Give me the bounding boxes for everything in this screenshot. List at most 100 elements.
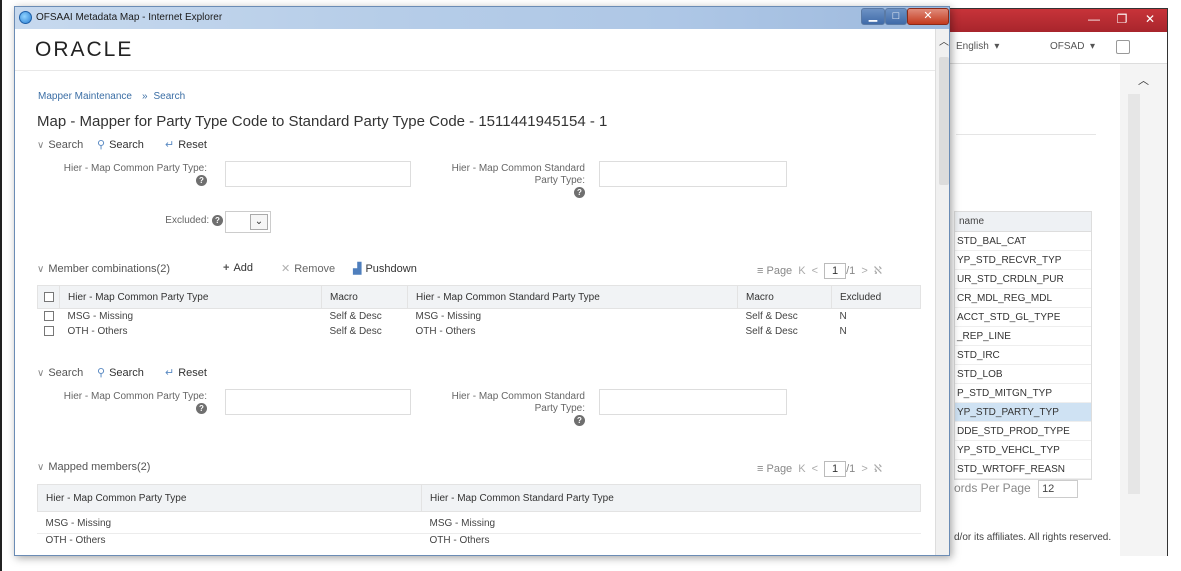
last-page-icon[interactable]: ℵ [874, 463, 882, 475]
list-item[interactable]: STD_IRC [955, 346, 1091, 365]
list-item[interactable]: YP_STD_RECVR_TYP [955, 251, 1091, 270]
list-item[interactable]: CR_MDL_REG_MDL [955, 289, 1091, 308]
list-item[interactable]: ACCT_STD_GL_TYPE [955, 308, 1091, 327]
language-select[interactable]: English ▾ [956, 41, 999, 52]
field-label-party-type: Hier - Map Common Party Type:? [63, 163, 207, 186]
next-page-icon[interactable]: > [861, 265, 867, 277]
maximize-button[interactable]: □ [885, 8, 907, 25]
column-header[interactable]: Hier - Map Common Standard Party Type [421, 484, 921, 512]
breadcrumb-separator-icon: » [141, 91, 148, 102]
user-menu[interactable]: OFSAD ▾ [1050, 41, 1095, 52]
list-item[interactable]: DDE_STD_PROD_TYPE [955, 422, 1091, 441]
table-row[interactable]: OTH - Others OTH - Others [38, 532, 921, 550]
column-header[interactable]: Hier - Map Common Party Type [37, 484, 422, 512]
minimize-icon[interactable]: — [1080, 10, 1108, 28]
reset-button[interactable]: ↵ Reset [165, 138, 207, 151]
excluded-select[interactable]: ⌄ [225, 211, 271, 233]
chevron-down-icon: ∨ [37, 140, 45, 151]
list-item[interactable]: YP_STD_PARTY_TYP [955, 403, 1091, 422]
minimize-button[interactable]: ▁ [861, 8, 885, 25]
first-page-icon[interactable]: K [798, 463, 805, 475]
list-item[interactable]: P_STD_MITGN_TYP [955, 384, 1091, 403]
mapped-members-toggle[interactable]: ∨ Mapped members(2) [37, 461, 150, 473]
column-header[interactable]: Hier - Map Common Standard Party Type [407, 285, 738, 309]
reset-icon: ↵ [165, 139, 175, 151]
table-cell: MSG - Missing [429, 518, 496, 530]
list-item[interactable]: STD_WRTOFF_REASN [955, 460, 1091, 479]
window-scrollbar[interactable]: ︿ [935, 29, 949, 555]
last-page-icon[interactable]: ℵ [874, 265, 882, 277]
chevron-down-icon[interactable]: ⌄ [250, 214, 268, 230]
divider [956, 134, 1096, 135]
records-per-page-input[interactable]: 12 [1038, 480, 1079, 498]
scroll-up-icon[interactable]: ︿ [1120, 72, 1167, 88]
scroll-up-icon[interactable]: ︿ [936, 33, 949, 48]
restore-icon[interactable]: ❐ [1108, 10, 1136, 28]
background-table: name STD_BAL_CAT YP_STD_RECVR_TYP UR_STD_C… [954, 211, 1092, 480]
field-label-excluded: Excluded: ? [115, 215, 223, 227]
combinations-table: Hier - Map Common Party Type Macro Hier … [37, 285, 921, 339]
help-icon[interactable]: ? [574, 415, 585, 426]
pushdown-button[interactable]: ▟ Pushdown [353, 262, 417, 275]
table-row[interactable]: MSG - Missing Self & Desc MSG - Missing … [38, 309, 921, 324]
select-all-checkbox[interactable] [37, 285, 60, 309]
search-section-toggle[interactable]: ∨ Search [37, 139, 83, 151]
reset-button-2[interactable]: ↵ Reset [165, 366, 207, 379]
close-button[interactable]: ✕ [907, 8, 949, 25]
row-checkbox[interactable] [38, 324, 60, 339]
field-label-standard-party-type-2: Hier - Map Common Standard Party Type:? [451, 391, 585, 426]
header-bar: ORACLE [15, 29, 935, 71]
frame-edge-top [940, 8, 1168, 9]
prev-page-icon[interactable]: < [812, 463, 818, 475]
help-icon[interactable]: ? [574, 187, 585, 198]
add-button[interactable]: + Add [223, 262, 253, 274]
help-icon[interactable]: ? [212, 215, 223, 226]
table-cell: Self & Desc [329, 310, 382, 322]
breadcrumb: Mapper Maintenance » Search [38, 91, 185, 102]
table-cell: MSG - Missing [45, 518, 112, 530]
table-cell: OTH - Others [67, 325, 128, 337]
settings-icon[interactable] [1116, 40, 1130, 54]
search-section-2-toggle[interactable]: ∨ Search [37, 367, 83, 379]
close-icon[interactable]: ✕ [1136, 10, 1164, 28]
background-titlebar: — ❐ ✕ [940, 8, 1167, 32]
table-cell: N [839, 310, 847, 322]
list-item[interactable]: STD_LOB [955, 365, 1091, 384]
background-scrollbar[interactable]: ︿ ﹀ [1120, 64, 1167, 556]
internet-explorer-icon [19, 11, 32, 24]
search-button-2[interactable]: ⚲ Search [97, 366, 144, 379]
page-number-input[interactable]: 1 [824, 263, 847, 279]
background-header: English ▾ OFSAD ▾ [940, 32, 1167, 64]
search-button[interactable]: ⚲ Search [97, 138, 144, 151]
remove-button[interactable]: ✕ Remove [281, 262, 335, 275]
column-header[interactable]: Excluded [831, 285, 921, 309]
scroll-thumb[interactable] [939, 57, 949, 185]
next-page-icon[interactable]: > [861, 463, 867, 475]
breadcrumb-mapper-maintenance[interactable]: Mapper Maintenance [38, 91, 132, 102]
table-row[interactable]: OTH - Others Self & Desc OTH - Others Se… [38, 324, 921, 339]
page-number-input[interactable]: 1 [824, 461, 847, 477]
column-header[interactable]: Macro [737, 285, 832, 309]
table-cell: OTH - Others [429, 535, 490, 546]
party-type-input-2[interactable] [225, 389, 411, 415]
list-item[interactable]: UR_STD_CRDLN_PUR [955, 270, 1091, 289]
row-checkbox[interactable] [38, 309, 60, 324]
party-type-input[interactable] [225, 161, 411, 187]
list-item[interactable]: STD_BAL_CAT [955, 232, 1091, 251]
breadcrumb-search[interactable]: Search [154, 91, 186, 102]
window-titlebar[interactable]: OFSAAI Metadata Map - Internet Explorer … [15, 7, 949, 29]
page-icon: ≡ [757, 265, 764, 277]
scroll-thumb[interactable] [1128, 94, 1140, 494]
help-icon[interactable]: ? [196, 175, 207, 186]
column-header[interactable]: Hier - Map Common Party Type [59, 285, 322, 309]
help-icon[interactable]: ? [196, 403, 207, 414]
standard-party-type-input-2[interactable] [599, 389, 787, 415]
list-item[interactable]: _REP_LINE [955, 327, 1091, 346]
prev-page-icon[interactable]: < [812, 265, 818, 277]
first-page-icon[interactable]: K [798, 265, 805, 277]
column-header[interactable]: Macro [321, 285, 408, 309]
table-row[interactable]: MSG - Missing MSG - Missing [38, 512, 921, 532]
list-item[interactable]: YP_STD_VEHCL_TYP [955, 441, 1091, 460]
standard-party-type-input[interactable] [599, 161, 787, 187]
member-combinations-toggle[interactable]: ∨ Member combinations(2) [37, 263, 170, 275]
